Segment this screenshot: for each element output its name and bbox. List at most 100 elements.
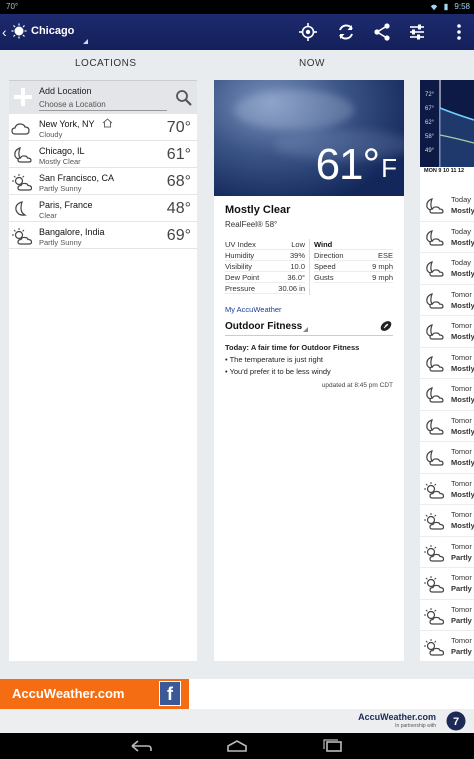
stat-label: Direction bbox=[314, 251, 344, 260]
forecast-day: Tomor bbox=[451, 289, 472, 299]
forecast-day: Tomor bbox=[451, 510, 472, 519]
moon-cloud-icon bbox=[14, 147, 32, 163]
stat-label: Pressure bbox=[225, 284, 256, 293]
forecast-item[interactable]: Today Mostly bbox=[420, 253, 474, 285]
stat-row: Pressure 30.06 in bbox=[225, 283, 305, 294]
graph-label: 58° bbox=[425, 134, 435, 140]
forecast-item[interactable]: Tomor Partly bbox=[420, 600, 474, 631]
refresh-icon[interactable] bbox=[335, 21, 357, 43]
abc7-logo-icon: 7 bbox=[446, 711, 466, 731]
location-search-input[interactable]: Choose a Location bbox=[39, 100, 106, 109]
forecast-condition: Mostly bbox=[451, 237, 474, 247]
my-location-icon[interactable] bbox=[297, 21, 319, 43]
sun-cloud-icon bbox=[12, 174, 33, 191]
sun-cloud-icon bbox=[424, 639, 445, 656]
plus-icon[interactable] bbox=[12, 86, 34, 108]
forecast-day: Tomor bbox=[451, 321, 472, 330]
stat-row: UV Index Low bbox=[225, 239, 305, 250]
status-time: 9:58 bbox=[454, 2, 470, 11]
forecast-item[interactable]: Tomor Mostly bbox=[420, 474, 474, 505]
city-selector[interactable]: Chicago bbox=[31, 25, 74, 37]
battery-icon bbox=[444, 3, 449, 10]
forecast-item[interactable]: Tomor Mostly bbox=[420, 505, 474, 537]
stat-label: Dew Point bbox=[225, 273, 260, 282]
forecast-condition: Mostly bbox=[451, 395, 474, 404]
forecast-item[interactable]: Tomor Partly bbox=[420, 631, 474, 661]
stat-value: 30.06 in bbox=[278, 284, 305, 293]
status-temperature: 70° bbox=[6, 2, 19, 11]
football-icon bbox=[380, 321, 392, 331]
nav-back-icon[interactable] bbox=[130, 739, 152, 753]
location-item[interactable]: Bangalore, India Partly Sunny 69° bbox=[9, 222, 197, 249]
wind-stat-row: Speed 9 mph bbox=[314, 261, 393, 272]
share-icon[interactable] bbox=[371, 21, 393, 43]
add-location-label: Add Location bbox=[39, 86, 92, 96]
forecast-item[interactable]: Today Mostly bbox=[420, 190, 474, 222]
stat-row: Visibility 10.0 bbox=[225, 261, 305, 272]
forecast-item[interactable]: Today Mostly bbox=[420, 222, 474, 253]
nav-recents-icon[interactable] bbox=[322, 739, 344, 753]
partner-subtitle: In partnership with bbox=[395, 723, 436, 729]
current-temp-value: 61° bbox=[315, 140, 381, 189]
moon-cloud-icon bbox=[426, 261, 444, 277]
location-temperature: 68° bbox=[166, 173, 191, 190]
moon-cloud-icon bbox=[426, 418, 444, 435]
lifestyle-dropdown-icon[interactable] bbox=[303, 327, 308, 332]
sun-cloud-icon bbox=[12, 228, 33, 245]
navigation-bar bbox=[0, 733, 474, 759]
ad-banner[interactable]: AccuWeather.com f bbox=[0, 679, 474, 709]
forecast-item[interactable]: Tomor Partly bbox=[420, 568, 474, 600]
location-name: Paris, France bbox=[39, 200, 93, 210]
forecast-condition: Partly bbox=[451, 584, 472, 593]
settings-sliders-icon[interactable] bbox=[406, 21, 428, 43]
nav-home-icon[interactable] bbox=[226, 739, 248, 753]
input-underline bbox=[39, 110, 167, 111]
city-dropdown-icon[interactable] bbox=[83, 39, 88, 44]
forecast-day: Tomor bbox=[451, 478, 472, 488]
locations-panel: Add Location Choose a Location New York,… bbox=[9, 80, 197, 661]
locations-heading: LOCATIONS bbox=[75, 58, 137, 69]
temperature-graph[interactable]: 72° 67° 62° 58° 49° MON 9 10 11 12 bbox=[420, 80, 474, 176]
search-icon[interactable] bbox=[175, 89, 193, 107]
location-temperature: 48° bbox=[166, 200, 191, 217]
stat-value: ESE bbox=[377, 251, 393, 260]
stat-value: 9 mph bbox=[372, 273, 393, 282]
app-sun-logo-icon[interactable] bbox=[11, 23, 27, 39]
forecast-item[interactable]: Tomor Mostly bbox=[420, 348, 474, 379]
today-forecast-text: Today: A fair time for Outdoor Fitness •… bbox=[225, 342, 393, 378]
back-icon[interactable]: ‹ bbox=[2, 24, 7, 40]
moon-cloud-icon bbox=[426, 292, 444, 309]
facebook-icon[interactable]: f bbox=[159, 681, 181, 706]
location-item[interactable]: Paris, France Clear 48° bbox=[9, 195, 197, 222]
lifestyle-selector[interactable]: Outdoor Fitness bbox=[225, 318, 393, 336]
forecast-item[interactable]: Tomor Mostly bbox=[420, 316, 474, 348]
sun-cloud-icon bbox=[424, 607, 445, 625]
accuweather-ad[interactable]: AccuWeather.com f bbox=[0, 679, 189, 709]
svg-text:7: 7 bbox=[453, 716, 459, 728]
overflow-menu-icon[interactable] bbox=[448, 21, 470, 43]
add-location-row[interactable]: Add Location Choose a Location bbox=[9, 81, 197, 114]
forecast-day: Tomor bbox=[451, 384, 472, 393]
forecast-item[interactable]: Tomor Mostly bbox=[420, 411, 474, 442]
sun-cloud-icon bbox=[424, 513, 445, 530]
location-item[interactable]: New York, NY Cloudy 70° bbox=[9, 114, 197, 141]
forecast-item[interactable]: Tomor Partly bbox=[420, 537, 474, 568]
forecast-item[interactable]: Tomor Mostly bbox=[420, 379, 474, 411]
graph-label: 67° bbox=[425, 106, 435, 112]
today-bullet: • The temperature is just right bbox=[225, 355, 323, 364]
forecast-day: Tomor bbox=[451, 573, 472, 582]
forecast-panel: 72° 67° 62° 58° 49° MON 9 10 11 12 Today… bbox=[420, 80, 474, 661]
forecast-condition: Mostly bbox=[451, 458, 474, 467]
location-item[interactable]: Chicago, IL Mostly Clear 61° bbox=[9, 141, 197, 168]
partner-bar: AccuWeather.com In partnership with 7 bbox=[0, 709, 474, 733]
moon-cloud-icon bbox=[426, 229, 444, 246]
forecast-day: Tomor bbox=[451, 541, 472, 551]
wind-stat-row: Direction ESE bbox=[314, 250, 393, 261]
my-accuweather-label: My AccuWeather bbox=[225, 305, 282, 314]
location-condition: Clear bbox=[39, 211, 57, 220]
location-name: Bangalore, India bbox=[39, 227, 105, 237]
action-bar: ‹ Chicago bbox=[0, 14, 474, 50]
location-item[interactable]: San Francisco, CA Partly Sunny 68° bbox=[9, 168, 197, 195]
forecast-item[interactable]: Tomor Mostly bbox=[420, 442, 474, 474]
forecast-item[interactable]: Tomor Mostly bbox=[420, 285, 474, 316]
